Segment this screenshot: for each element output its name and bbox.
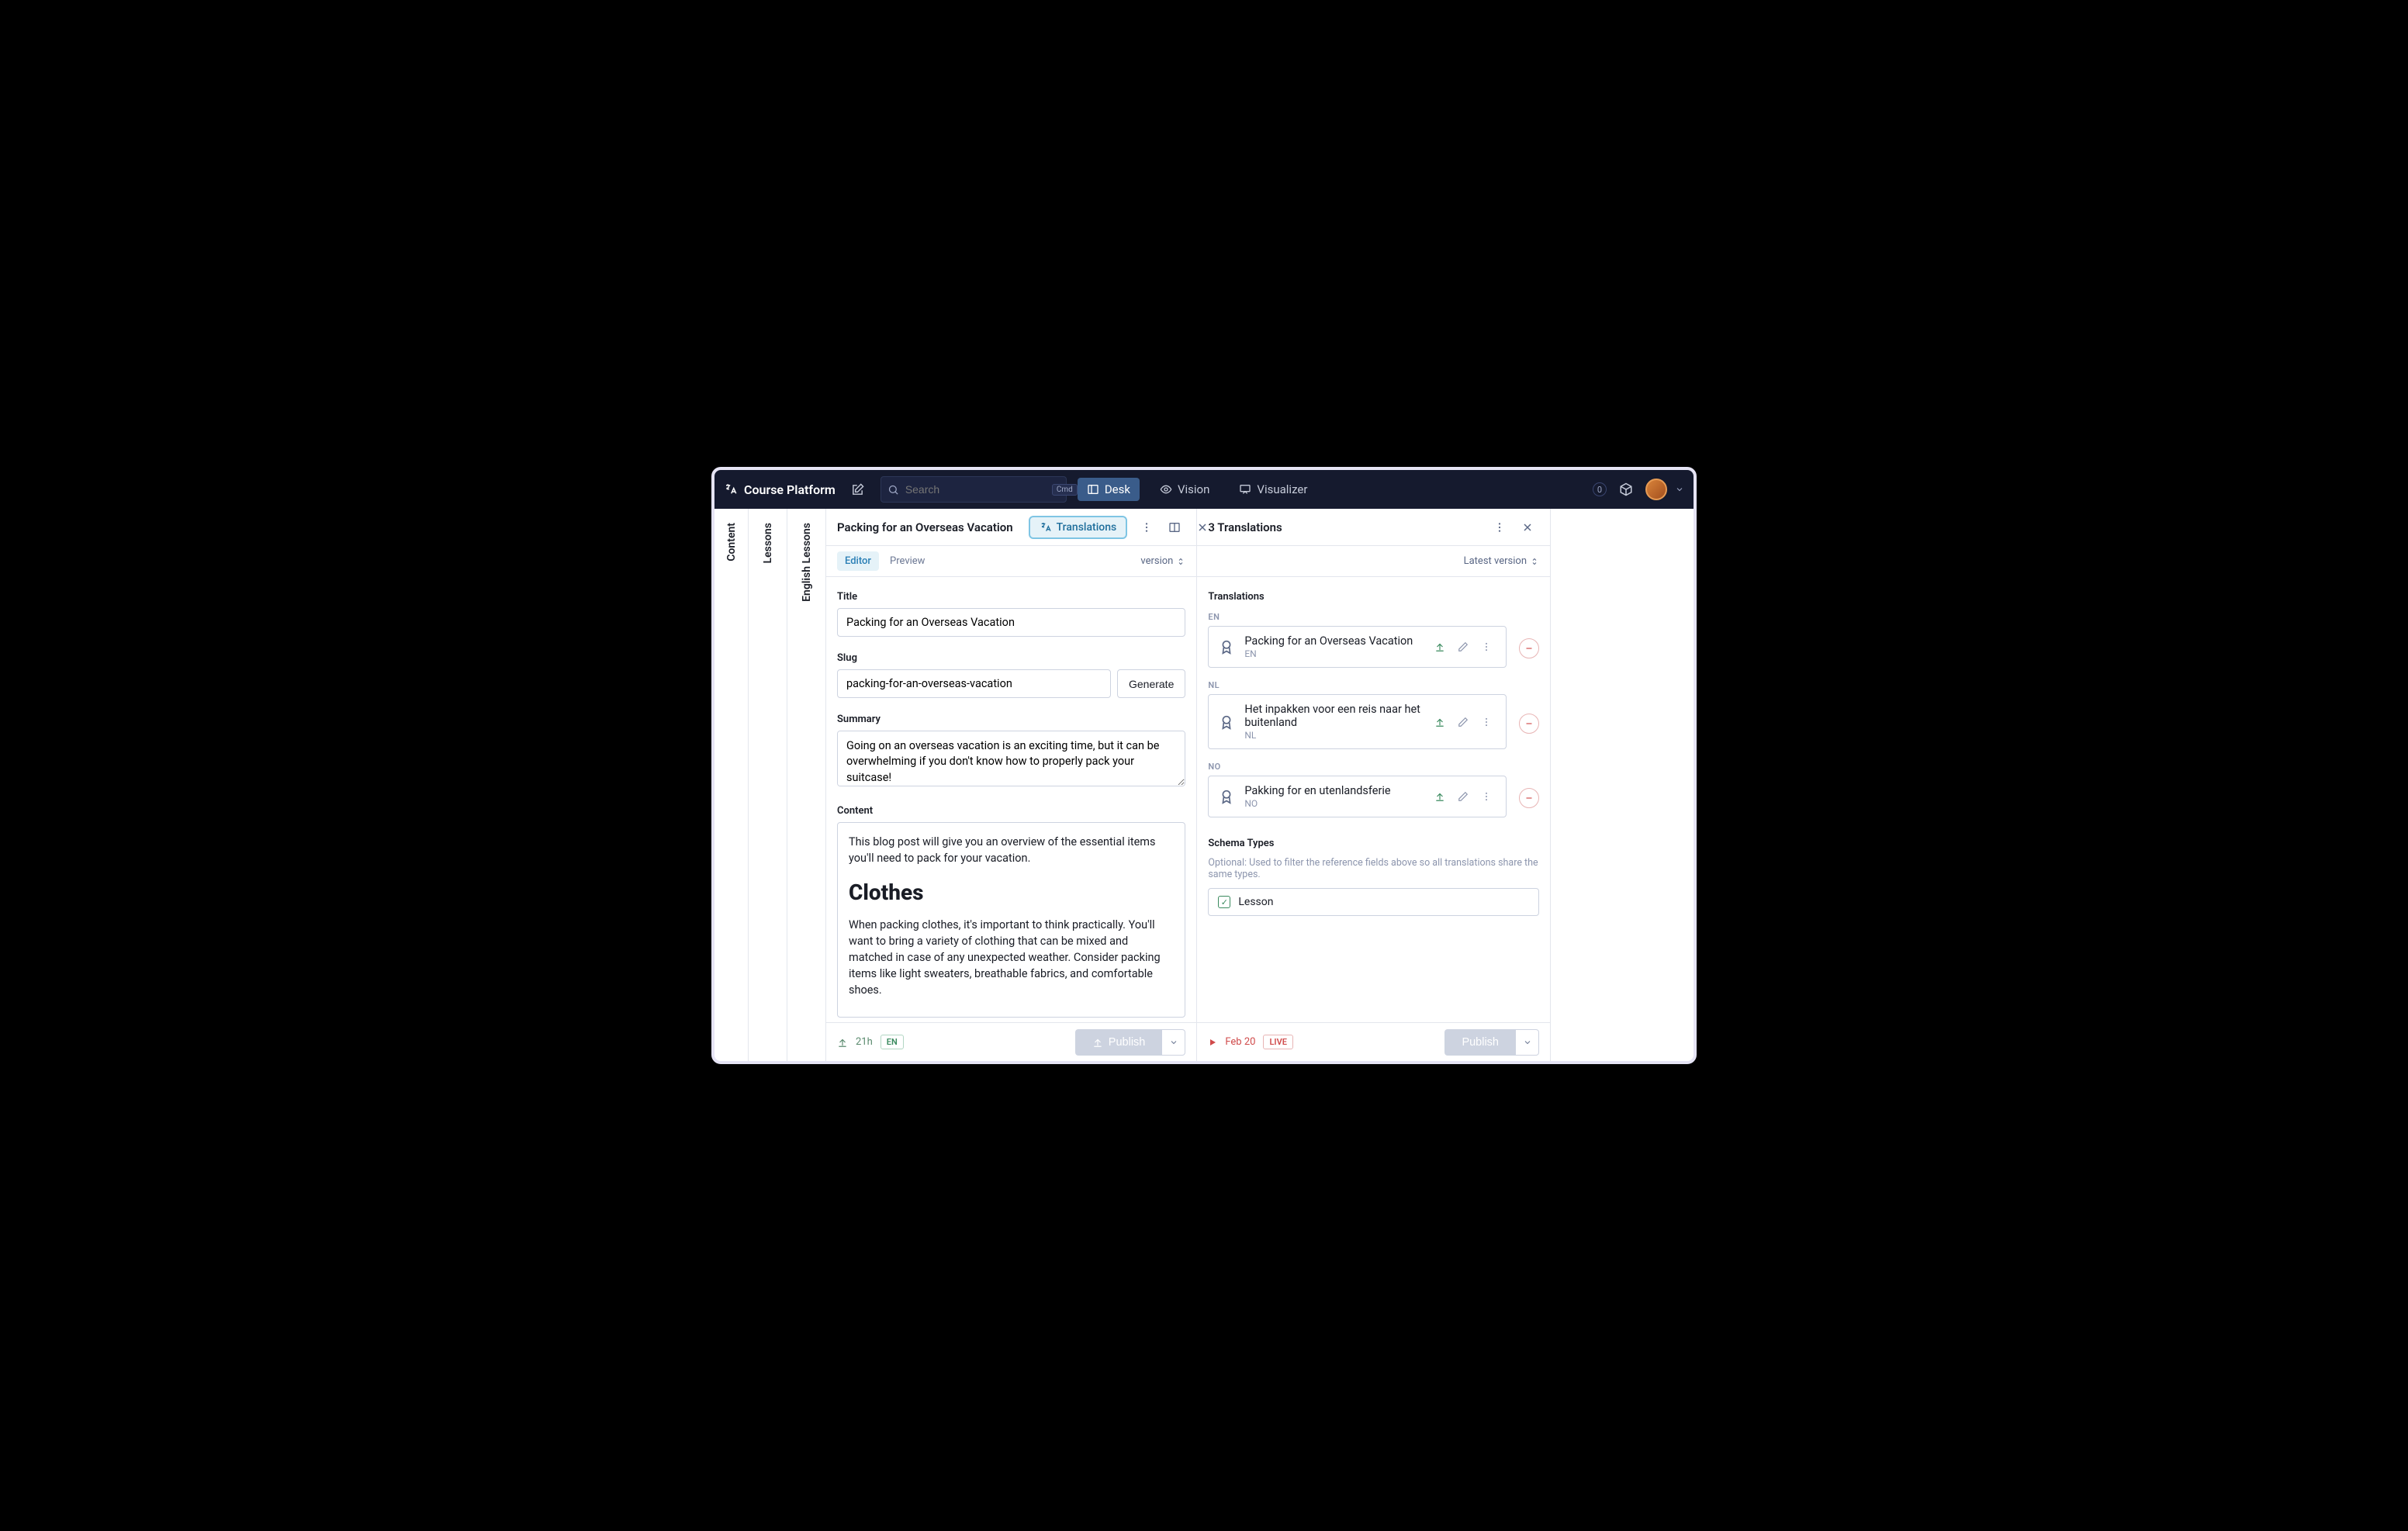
top-nav: Course Platform CmdK Desk Vision Visuali…	[714, 470, 1694, 509]
translation-item-no[interactable]: Pakking for en utenlandsferie NO	[1208, 776, 1507, 817]
sync-status: 21h EN	[837, 1035, 904, 1049]
lang-badge: EN	[881, 1035, 904, 1049]
open-icon[interactable]	[1430, 786, 1450, 807]
translations-section-label: Translations	[1208, 591, 1539, 603]
label-title: Title	[837, 591, 1185, 603]
nav-visualizer[interactable]: Visualizer	[1230, 478, 1316, 501]
more-menu-icon[interactable]	[1476, 786, 1496, 807]
ribbon-icon	[1218, 638, 1235, 655]
more-menu-icon[interactable]	[1135, 516, 1158, 539]
remove-button[interactable]	[1519, 638, 1539, 658]
translations-title: 3 Translations	[1208, 520, 1282, 534]
notification-count[interactable]: 0	[1593, 482, 1607, 496]
upload-icon	[837, 1037, 848, 1048]
latest-version-selector[interactable]: Latest version	[1464, 555, 1539, 567]
brand[interactable]: Course Platform	[724, 482, 836, 497]
translation-item-nl[interactable]: Het inpakken voor een reis naar het buit…	[1208, 694, 1507, 749]
schema-types-hint: Optional: Used to filter the reference f…	[1208, 857, 1539, 880]
translate-icon	[1040, 521, 1052, 534]
tab-preview[interactable]: Preview	[882, 551, 932, 571]
presentation-icon	[1239, 483, 1251, 496]
remove-button[interactable]	[1519, 788, 1539, 808]
translations-pane: 3 Translations Latest version Translatio…	[1197, 509, 1551, 1061]
nav-desk[interactable]: Desk	[1078, 478, 1140, 501]
document-pane: Packing for an Overseas Vacation Transla…	[826, 509, 1197, 1061]
nav-vision[interactable]: Vision	[1150, 478, 1219, 501]
more-menu-icon[interactable]	[1476, 637, 1496, 657]
avatar[interactable]	[1645, 479, 1667, 500]
close-icon[interactable]	[1516, 516, 1539, 539]
search-field[interactable]	[905, 483, 1046, 496]
rail-english-lessons[interactable]: English Lessons	[787, 509, 826, 1061]
summary-input[interactable]: Going on an overseas vacation is an exci…	[837, 731, 1185, 786]
label-summary: Summary	[837, 714, 1185, 725]
generate-button[interactable]: Generate	[1117, 669, 1185, 698]
remove-button[interactable]	[1519, 714, 1539, 734]
publish-caret[interactable]	[1516, 1029, 1539, 1056]
ribbon-icon	[1218, 788, 1235, 805]
publish-button[interactable]: Publish	[1444, 1029, 1516, 1056]
translations-button[interactable]: Translations	[1029, 516, 1128, 539]
translate-icon	[724, 482, 738, 496]
version-selector[interactable]: version	[1140, 555, 1185, 567]
package-icon[interactable]	[1614, 478, 1638, 501]
edit-icon[interactable]	[1453, 786, 1473, 807]
main: Content Lessons English Lessons Packing …	[714, 509, 1694, 1061]
search-icon	[887, 484, 899, 496]
play-icon	[1208, 1038, 1217, 1047]
search-input[interactable]: CmdK	[881, 476, 1067, 503]
publish-icon	[1092, 1037, 1103, 1048]
eye-icon	[1160, 483, 1172, 496]
lang-code: EN	[1208, 612, 1539, 622]
schema-type-lesson[interactable]: ✓ Lesson	[1208, 888, 1539, 916]
rail-content[interactable]: Content	[714, 509, 749, 1061]
title-input[interactable]	[837, 608, 1185, 637]
edit-icon[interactable]	[1453, 637, 1473, 657]
open-icon[interactable]	[1430, 637, 1450, 657]
document-title: Packing for an Overseas Vacation	[837, 520, 1013, 534]
lang-code: NL	[1208, 680, 1539, 690]
translation-item-en[interactable]: Packing for an Overseas Vacation EN	[1208, 626, 1507, 668]
content-editor[interactable]: This blog post will give you an overview…	[837, 822, 1185, 1018]
live-badge: LIVE	[1263, 1035, 1292, 1049]
ribbon-icon	[1218, 714, 1235, 731]
tab-editor[interactable]: Editor	[837, 551, 879, 571]
publish-button[interactable]: Publish	[1075, 1029, 1163, 1056]
schema-types-label: Schema Types	[1208, 838, 1539, 849]
open-icon[interactable]	[1430, 712, 1450, 732]
brand-text: Course Platform	[744, 482, 836, 497]
edit-icon[interactable]	[1453, 712, 1473, 732]
split-pane-icon[interactable]	[1163, 516, 1186, 539]
more-menu-icon[interactable]	[1476, 712, 1496, 732]
app-window: Course Platform CmdK Desk Vision Visuali…	[711, 467, 1697, 1064]
more-menu-icon[interactable]	[1488, 516, 1511, 539]
layout-icon	[1087, 483, 1099, 496]
chevron-down-icon[interactable]	[1675, 485, 1684, 494]
compose-icon[interactable]	[846, 478, 870, 501]
rail-lessons[interactable]: Lessons	[749, 509, 787, 1061]
publish-status: Feb 20 LIVE	[1208, 1035, 1293, 1049]
lang-code: NO	[1208, 762, 1539, 772]
label-slug: Slug	[837, 652, 1185, 664]
checkbox-checked-icon: ✓	[1218, 896, 1230, 908]
label-content: Content	[837, 805, 1185, 817]
publish-caret[interactable]	[1162, 1029, 1185, 1056]
slug-input[interactable]	[837, 669, 1111, 698]
